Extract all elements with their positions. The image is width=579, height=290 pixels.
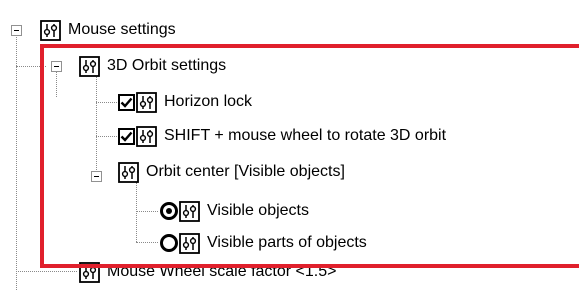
collapse-mouse-settings-icon[interactable] (11, 25, 22, 36)
tree-item-3d-orbit-settings[interactable]: 3D Orbit settings (79, 51, 226, 81)
visible-parts-radio[interactable] (160, 234, 178, 252)
tree-connector (56, 72, 57, 97)
tree-item-label: Visible parts of objects (207, 234, 367, 251)
tree-connector (16, 271, 77, 272)
settings-sliders-icon (79, 56, 100, 77)
collapse-orbit-settings-icon[interactable] (51, 61, 62, 72)
tree-connector (16, 31, 17, 290)
tree-item-orbit-center[interactable]: Orbit center [Visible objects] (118, 157, 345, 187)
tree-item-label: Horizon lock (164, 93, 253, 110)
tree-connector (16, 66, 46, 67)
horizon-lock-checkbox[interactable] (118, 93, 135, 111)
checkmark-icon (120, 131, 133, 142)
tree-connector (96, 72, 97, 172)
tree-item-label: Visible objects (207, 202, 309, 219)
settings-sliders-icon (179, 233, 200, 254)
tree-item-label: Orbit center [Visible objects] (146, 163, 345, 180)
visible-objects-radio[interactable] (160, 202, 178, 220)
tree-item-label: Mouse Wheel scale factor <1.5> (107, 263, 337, 280)
tree-item-shift-mouse-wheel[interactable]: SHIFT + mouse wheel to rotate 3D orbit (118, 121, 446, 151)
tree-item-label: Mouse settings (68, 21, 176, 38)
shift-wheel-checkbox[interactable] (118, 127, 135, 145)
settings-sliders-icon (179, 201, 200, 222)
tree-connector (96, 136, 117, 137)
tree-item-visible-parts[interactable]: Visible parts of objects (160, 228, 367, 258)
tree-item-label: SHIFT + mouse wheel to rotate 3D orbit (164, 127, 447, 144)
tree-connector (136, 211, 158, 212)
tree-item-visible-objects[interactable]: Visible objects (160, 196, 309, 226)
settings-sliders-icon (136, 126, 157, 147)
tree-item-mouse-wheel-scale[interactable]: Mouse Wheel scale factor <1.5> (79, 257, 336, 287)
tree-item-label: 3D Orbit settings (107, 57, 227, 74)
tree-item-mouse-settings[interactable]: Mouse settings (40, 15, 176, 45)
tree-item-horizon-lock[interactable]: Horizon lock (118, 87, 252, 117)
tree-connector (136, 242, 158, 243)
settings-sliders-icon (136, 92, 157, 113)
checkmark-icon (120, 97, 133, 108)
settings-sliders-icon (40, 20, 61, 41)
settings-sliders-icon (79, 262, 100, 283)
settings-sliders-icon (118, 162, 139, 183)
tree-connector (136, 182, 137, 242)
collapse-orbit-center-icon[interactable] (91, 171, 102, 182)
tree-connector (96, 102, 117, 103)
